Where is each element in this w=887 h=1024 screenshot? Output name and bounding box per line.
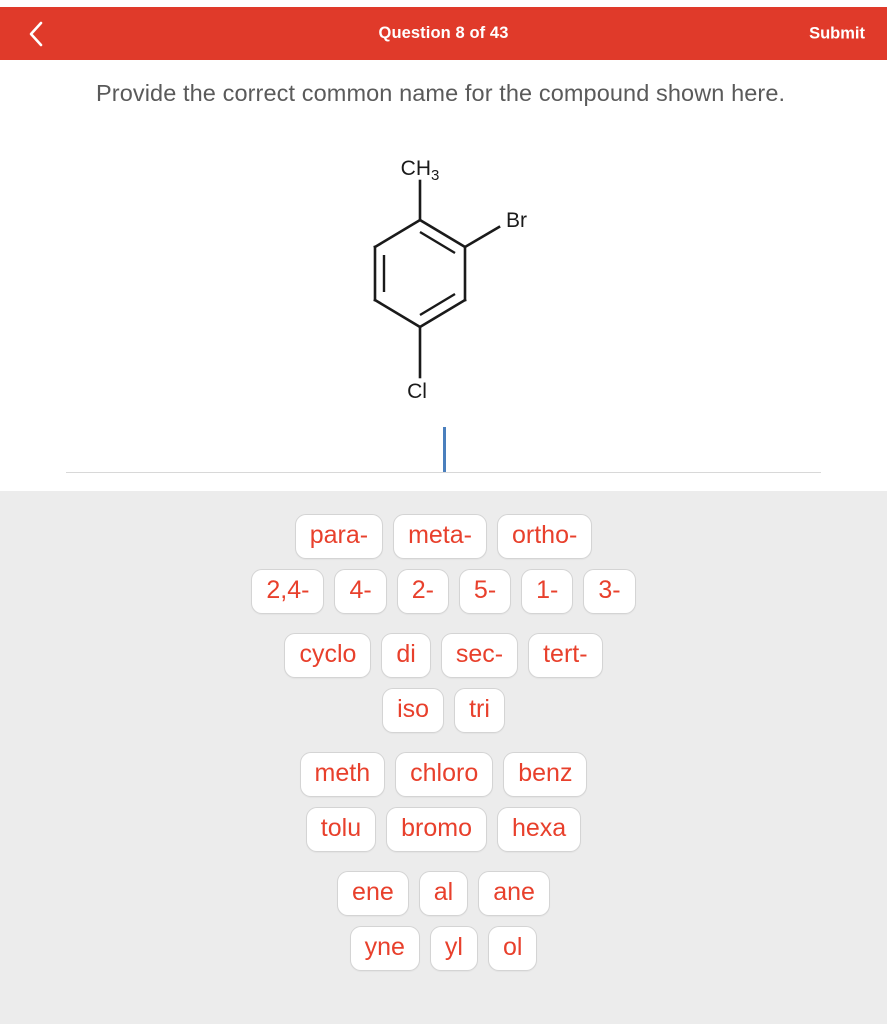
chip-di[interactable]: di [381,633,431,678]
chip-tolu[interactable]: tolu [305,807,377,852]
chip-ene[interactable]: ene [337,871,409,916]
text-caret [443,427,446,473]
row-root-2: tolu bromo hexa [0,807,887,852]
answer-input[interactable] [66,415,821,473]
chip-meta[interactable]: meta- [393,514,487,559]
chip-ane[interactable]: ane [478,871,550,916]
chip-2[interactable]: 2- [396,569,449,614]
chip-al[interactable]: al [418,871,469,916]
methyl-label: CH3 [401,157,440,184]
navigation-bar: Question 8 of 43 Submit [0,7,887,60]
chip-3[interactable]: 3- [583,569,636,614]
page-title: Question 8 of 43 [378,24,509,42]
bromo-label: Br [506,209,527,232]
chevron-left-icon [26,19,46,49]
chip-bromo[interactable]: bromo [386,807,487,852]
answer-keypad: para-meta-ortho- 2,4- 4- 2- 5- 1- 3- cyclo di sec… [0,491,887,1024]
chip-4[interactable]: 4- [334,569,387,614]
row-suffix-1: ene al ane [0,871,887,916]
chip-cyclo[interactable]: cyclo [284,633,372,678]
chip-chloro[interactable]: chloro [395,752,494,797]
row-structural-prefix-2: iso tri [0,688,887,733]
submit-button[interactable]: Submit [809,24,865,43]
chip-sec[interactable]: sec- [440,633,519,678]
chip-1[interactable]: 1- [521,569,574,614]
molecule-diagram: CH3 Br Cl [340,155,550,410]
chip-para[interactable]: para- [294,514,384,559]
answer-underline [66,472,821,473]
benzene-ring-bonds [373,218,467,329]
question-prompt: Provide the correct common name for the … [96,80,786,106]
chip-yne[interactable]: yne [349,926,420,971]
chip-rows-container: para-meta-ortho- 2,4- 4- 2- 5- 1- 3- cyclo di sec… [0,491,887,981]
aromatic-double-bonds [382,230,456,317]
chip-5[interactable]: 5- [458,569,512,614]
chip-meth[interactable]: meth [299,752,386,797]
status-strip [0,0,887,7]
chip-tri[interactable]: tri [454,688,505,733]
row-suffix-2: yne yl ol [0,926,887,971]
chip-benz[interactable]: benz [503,752,588,797]
chip-iso[interactable]: iso [382,688,445,733]
substituent-bonds [418,179,501,379]
row-position-prefix: para-meta-ortho- [0,514,887,559]
chloro-label: Cl [407,380,427,403]
chip-ol[interactable]: ol [487,926,538,971]
chip-ortho[interactable]: ortho- [496,514,593,559]
back-button[interactable] [16,14,56,54]
row-structural-prefix-1: cyclo di sec-tert- [0,633,887,678]
chip-24[interactable]: 2,4- [251,569,325,614]
chip-yl[interactable]: yl [429,926,478,971]
chip-tert[interactable]: tert- [528,633,603,678]
row-locants: 2,4- 4- 2- 5- 1- 3- [0,569,887,614]
question-panel: Provide the correct common name for the … [0,60,887,491]
question-screen: Question 8 of 43 Submit Provide the corr… [0,0,887,1024]
chip-hexa[interactable]: hexa [496,807,582,852]
row-root-1: meth chloro benz [0,752,887,797]
